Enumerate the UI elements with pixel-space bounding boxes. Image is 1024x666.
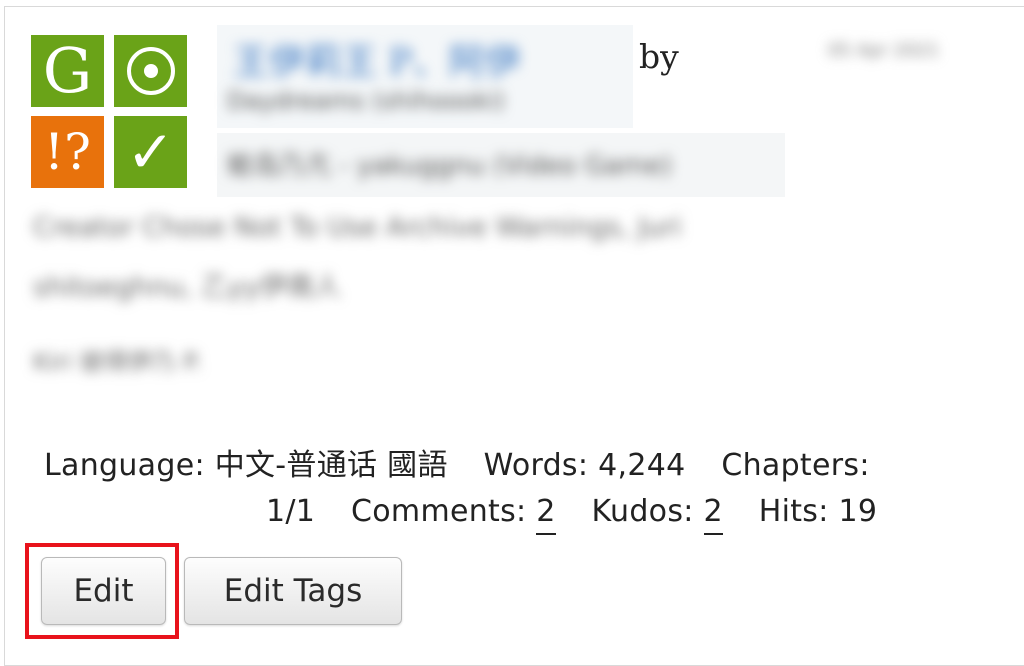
by-label: by bbox=[639, 37, 679, 76]
comments-label: Comments: bbox=[351, 494, 527, 529]
relationship-tags[interactable]: shitoeghnu, 乙yy伊南人 bbox=[33, 265, 341, 304]
hits-label: Hits: bbox=[758, 494, 829, 529]
rating-general-icon[interactable]: G bbox=[31, 35, 104, 107]
category-icon[interactable] bbox=[114, 35, 187, 107]
work-title-link[interactable]: 王伊莉王 P、阿伊 Daydreams (shihoooki) bbox=[217, 25, 633, 128]
fandom-link[interactable]: 蛤岛乃亢 - yakuggnu (Video Game) bbox=[227, 145, 672, 182]
fandom-tags: 蛤岛乃亢 - yakuggnu (Video Game) bbox=[217, 133, 785, 197]
words-label: Words: bbox=[483, 448, 589, 483]
complete-icon[interactable]: ✓ bbox=[114, 116, 187, 188]
kudos-label: Kudos: bbox=[591, 494, 694, 529]
words-value: 4,244 bbox=[598, 448, 686, 483]
edit-tags-button[interactable]: Edit Tags bbox=[184, 557, 402, 625]
chapters-label: Chapters: bbox=[721, 448, 870, 483]
chapters-value: 1/1 bbox=[266, 494, 316, 529]
comments-link[interactable]: 2 bbox=[536, 494, 556, 535]
warning-icon[interactable]: !? bbox=[31, 116, 104, 188]
hits-value: 19 bbox=[838, 494, 878, 529]
highlight-box bbox=[25, 543, 179, 639]
language-value: 中文-普通话 國語 bbox=[214, 448, 448, 483]
language-label: Language: bbox=[44, 448, 205, 483]
work-date: 05 Apr 2021 bbox=[828, 40, 940, 61]
work-title[interactable]: 王伊莉王 P、阿伊 bbox=[233, 33, 521, 85]
freeform-tag[interactable]: Kiri 彼得伊乃 P. bbox=[33, 342, 202, 377]
kudos-link[interactable]: 2 bbox=[703, 494, 723, 535]
work-author[interactable]: Daydreams (shihoooki) bbox=[227, 87, 505, 115]
warning-tags[interactable]: Creator Chose Not To Use Archive Warning… bbox=[33, 212, 682, 243]
required-tags-icons: G !? ✓ bbox=[31, 35, 188, 188]
